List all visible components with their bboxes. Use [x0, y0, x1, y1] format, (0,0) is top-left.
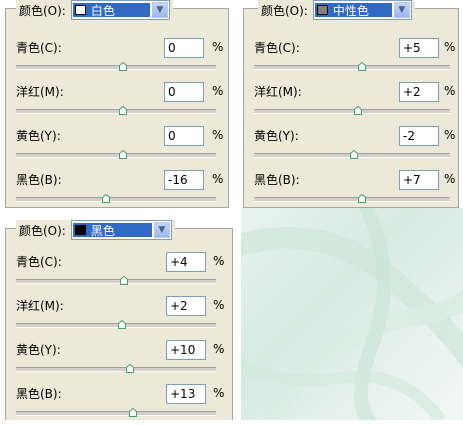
- cyan-slider-thumb[interactable]: [120, 276, 128, 285]
- black-input[interactable]: [164, 170, 204, 190]
- selective-color-panel-black: 颜色(O): 黑色 ▼ 青色(C): % 洋红(M): % 黄色(Y): % 黑…: [5, 220, 233, 420]
- magenta-slider-thumb[interactable]: [118, 320, 126, 329]
- black-slider-thumb[interactable]: [102, 194, 110, 203]
- yellow-row: 黄色(Y): %: [16, 337, 225, 381]
- black-label: 黑色(B):: [16, 387, 62, 401]
- magenta-input[interactable]: [399, 82, 439, 102]
- percent-sign: %: [213, 298, 225, 312]
- percent-sign: %: [213, 342, 225, 356]
- yellow-slider-thumb[interactable]: [126, 364, 134, 373]
- black-slider-track[interactable]: [16, 197, 216, 202]
- black-slider-thumb[interactable]: [129, 408, 137, 417]
- yellow-input[interactable]: [166, 340, 206, 360]
- percent-sign: %: [212, 84, 224, 98]
- percent-sign: %: [444, 40, 456, 54]
- color-selector: 颜色(O): 黑色 ▼: [16, 220, 175, 240]
- magenta-label: 洋红(M):: [16, 299, 64, 313]
- black-slider-track[interactable]: [16, 411, 216, 416]
- yellow-row: 黄色(Y): %: [16, 123, 223, 167]
- color-swatch: [74, 225, 86, 235]
- color-selector: 颜色(O): 中性色 ▼: [258, 0, 415, 20]
- percent-sign: %: [212, 128, 224, 142]
- black-row: 黑色(B): %: [16, 381, 225, 425]
- black-slider-track[interactable]: [254, 197, 450, 202]
- texture-swirl: [241, 208, 463, 420]
- percent-sign: %: [444, 172, 456, 186]
- color-dropdown[interactable]: 黑色 ▼: [70, 220, 172, 240]
- color-label: 颜色(O):: [19, 223, 66, 238]
- yellow-slider-track[interactable]: [16, 153, 216, 158]
- magenta-slider-thumb[interactable]: [119, 106, 127, 115]
- percent-sign: %: [213, 254, 225, 268]
- magenta-slider-track[interactable]: [254, 109, 450, 114]
- color-label: 颜色(O):: [261, 3, 308, 18]
- magenta-row: 洋红(M): %: [16, 293, 225, 337]
- black-input[interactable]: [166, 384, 206, 404]
- yellow-slider-thumb[interactable]: [119, 150, 127, 159]
- cyan-input[interactable]: [166, 252, 206, 272]
- chevron-down-icon[interactable]: ▼: [151, 2, 168, 18]
- color-dropdown-value: 中性色: [332, 3, 369, 18]
- cyan-label: 青色(C):: [254, 41, 300, 55]
- black-row: 黑色(B): %: [254, 167, 455, 211]
- cyan-input[interactable]: [164, 38, 204, 58]
- color-dropdown-value: 黑色: [90, 223, 115, 238]
- color-dropdown[interactable]: 中性色 ▼: [312, 0, 412, 20]
- cyan-slider-track[interactable]: [16, 279, 216, 284]
- cyan-row: 青色(C): %: [16, 249, 225, 293]
- selective-color-panel-white: 颜色(O): 白色 ▼ 青色(C): % 洋红(M): % 黄色(Y): % 黑…: [5, 0, 229, 211]
- percent-sign: %: [212, 172, 224, 186]
- cyan-row: 青色(C): %: [254, 35, 455, 79]
- black-slider-thumb[interactable]: [358, 194, 366, 203]
- background-texture-image: [241, 208, 463, 420]
- color-swatch: [74, 5, 86, 15]
- cyan-row: 青色(C): %: [16, 35, 223, 79]
- color-dropdown[interactable]: 白色 ▼: [70, 0, 170, 20]
- yellow-label: 黄色(Y):: [16, 343, 61, 357]
- yellow-label: 黄色(Y):: [254, 129, 299, 143]
- cyan-slider-track[interactable]: [16, 65, 216, 70]
- magenta-slider-thumb[interactable]: [354, 106, 362, 115]
- chevron-down-icon[interactable]: ▼: [393, 2, 410, 18]
- selective-color-panel-neutral: 颜色(O): 中性色 ▼ 青色(C): % 洋红(M): % 黄色(Y): % …: [243, 0, 459, 211]
- percent-sign: %: [444, 84, 456, 98]
- cyan-label: 青色(C):: [16, 41, 62, 55]
- cyan-slider-track[interactable]: [254, 65, 450, 70]
- magenta-label: 洋红(M):: [254, 85, 302, 99]
- color-dropdown-value: 白色: [90, 3, 115, 18]
- magenta-slider-track[interactable]: [16, 323, 216, 328]
- yellow-input[interactable]: [164, 126, 204, 146]
- percent-sign: %: [213, 386, 225, 400]
- color-label: 颜色(O):: [19, 3, 66, 18]
- percent-sign: %: [212, 40, 224, 54]
- cyan-input[interactable]: [399, 38, 439, 58]
- black-label: 黑色(B):: [16, 173, 62, 187]
- magenta-row: 洋红(M): %: [16, 79, 223, 123]
- color-selector: 颜色(O): 白色 ▼: [16, 0, 173, 20]
- black-input[interactable]: [399, 170, 439, 190]
- yellow-row: 黄色(Y): %: [254, 123, 455, 167]
- chevron-down-icon[interactable]: ▼: [153, 222, 170, 238]
- percent-sign: %: [444, 128, 456, 142]
- magenta-label: 洋红(M):: [16, 85, 64, 99]
- magenta-input[interactable]: [166, 296, 206, 316]
- cyan-slider-thumb[interactable]: [358, 62, 366, 71]
- cyan-slider-thumb[interactable]: [119, 62, 127, 71]
- magenta-input[interactable]: [164, 82, 204, 102]
- yellow-slider-thumb[interactable]: [350, 150, 358, 159]
- cyan-label: 青色(C):: [16, 255, 62, 269]
- magenta-row: 洋红(M): %: [254, 79, 455, 123]
- black-row: 黑色(B): %: [16, 167, 223, 211]
- yellow-input[interactable]: [399, 126, 439, 146]
- yellow-label: 黄色(Y):: [16, 129, 61, 143]
- yellow-slider-track[interactable]: [16, 367, 216, 372]
- magenta-slider-track[interactable]: [16, 109, 216, 114]
- black-label: 黑色(B):: [254, 173, 300, 187]
- color-swatch: [316, 5, 328, 15]
